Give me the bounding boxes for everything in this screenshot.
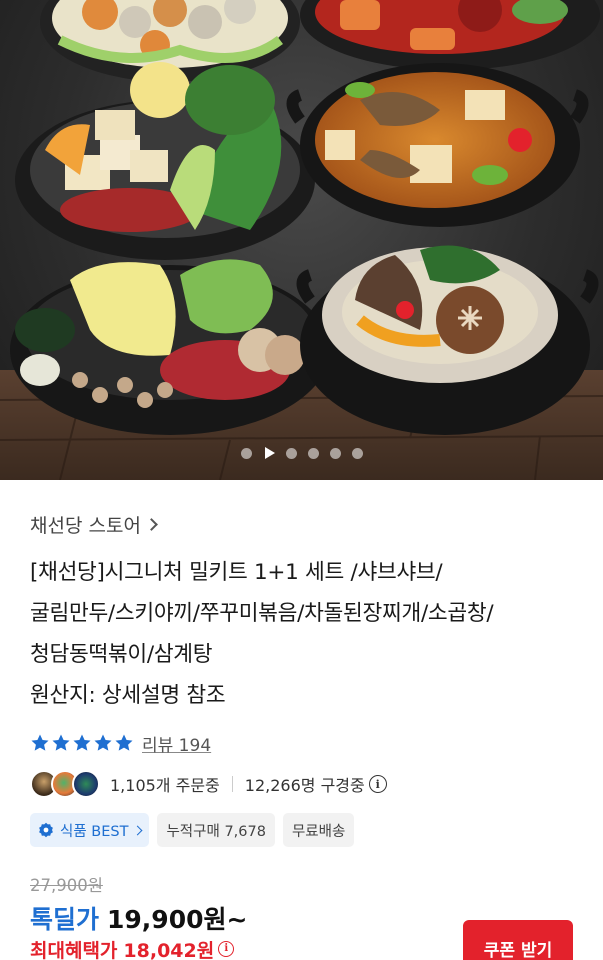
food-best-label: 식품 BEST [60,823,129,840]
star-rating [30,733,134,753]
coupon-button[interactable]: 쿠폰 받기 [463,920,573,960]
chevron-right-icon [133,825,143,835]
social-proof-row: 1,105개 주문중 12,266명 구경중 i [30,769,573,799]
product-title-line: [채선당]시그니처 밀키트 1+1 세트 /샤브샤브/ [30,560,443,585]
carousel-dot[interactable] [285,447,297,459]
tag-row: 식품 BEST 누적구매 7,678 무료배송 [30,813,573,847]
store-name[interactable]: 채선당 스토어 [30,511,141,538]
product-image-carousel[interactable] [0,0,603,480]
sale-price: 19,900원~ [107,905,248,934]
original-price: 27,900원 [30,876,103,895]
product-title-line: 청담동떡볶이/삼계탕 [30,642,213,667]
info-icon[interactable]: i [218,941,235,957]
carousel-dot[interactable] [240,447,252,459]
store-link[interactable]: 채선당 스토어 [30,511,573,538]
chevron-right-icon [145,517,158,531]
divider [231,776,233,792]
product-title-line: 굴림만두/스키야끼/쭈꾸미볶음/차돌된장찌개/소곱창/ [30,601,494,626]
orders-count: 1,105개 주문중 [110,776,220,795]
product-title: [채선당]시그니처 밀키트 1+1 세트 /샤브샤브/ 굴림만두/스키야끼/쭈꾸… [30,552,573,716]
carousel-dot[interactable] [329,447,341,459]
product-origin: 원산지: 상세설명 참조 [30,683,226,708]
product-info: 채선당 스토어 [채선당]시그니처 밀키트 1+1 세트 /샤브샤브/ 굴림만두… [0,512,603,960]
price-block: 27,900원 톡딜가 19,900원~ 최대혜택가 18,042원 i 쿠폰 … [30,872,573,960]
product-photo [0,0,603,480]
rating-row[interactable]: 리뷰 194 [30,730,573,756]
star-icon [52,734,70,751]
star-icon [94,734,112,751]
cumulative-purchase-tag: 누적구매 7,678 [157,813,275,847]
star-icon [31,734,49,751]
food-best-badge[interactable]: 식품 BEST [30,813,150,847]
viewers-count: 12,266명 구경중 [244,776,365,795]
buyer-avatars [30,770,100,798]
badge-icon [39,822,53,838]
info-icon[interactable]: i [368,775,387,793]
avatar [72,770,100,798]
review-count-link[interactable]: 리뷰 194 [142,731,211,756]
carousel-dot[interactable] [307,447,319,459]
max-benefit-label: 최대혜택가 [30,939,118,960]
carousel-indicator[interactable] [0,447,603,459]
carousel-dot[interactable] [351,447,363,459]
star-icon [73,734,91,751]
max-benefit-price: 18,042원 [123,939,215,960]
star-icon [115,734,133,751]
carousel-play-icon[interactable] [263,447,275,459]
sale-label: 톡딜가 [30,905,100,934]
free-shipping-tag: 무료배송 [282,813,355,847]
